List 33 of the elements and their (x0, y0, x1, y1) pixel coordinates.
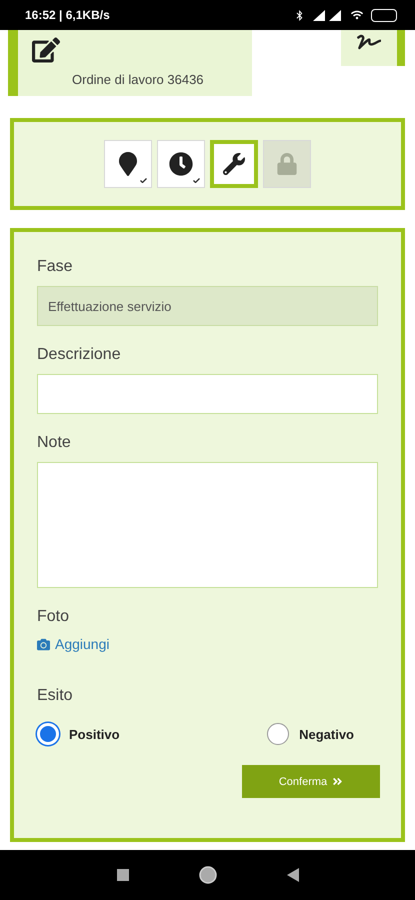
step-button[interactable] (210, 140, 258, 188)
edit-icon[interactable] (32, 36, 60, 64)
map-pin-icon (116, 152, 140, 176)
wrench-icon (223, 153, 245, 175)
home-icon[interactable] (198, 866, 216, 884)
notes-field[interactable] (37, 462, 378, 588)
double-chevron-icon (332, 776, 344, 787)
field-label: Fase (37, 258, 74, 276)
clock-icon (169, 152, 193, 176)
field-label: Note (37, 434, 72, 452)
lock-icon (276, 153, 298, 175)
check-icon (193, 178, 200, 183)
step-button[interactable] (104, 140, 152, 188)
radio-option[interactable]: Negativo (267, 723, 354, 745)
phase-field: Effettuazione servizio (37, 286, 378, 326)
battery-icon (371, 8, 397, 22)
radio-icon[interactable] (267, 723, 290, 745)
add-photo-link[interactable]: Aggiungi (37, 636, 110, 652)
step-button[interactable] (157, 140, 205, 188)
input-field[interactable] (37, 374, 378, 414)
field-label: Esito (37, 687, 74, 705)
field-label: Descrizione (37, 346, 122, 364)
check-icon (140, 178, 147, 183)
bluetooth-icon (294, 10, 305, 20)
field-label: Foto (37, 608, 70, 626)
radio-option[interactable]: Positivo (37, 723, 120, 745)
camera-icon (37, 638, 50, 650)
back-icon[interactable] (286, 868, 298, 882)
status-text: 16:52 | 6,1KB/s (25, 8, 110, 22)
order-number: Ordine di lavoro 36436 (72, 72, 204, 87)
recents-icon[interactable] (116, 869, 128, 881)
wifi-icon (351, 9, 363, 21)
signal-icon (313, 10, 343, 20)
